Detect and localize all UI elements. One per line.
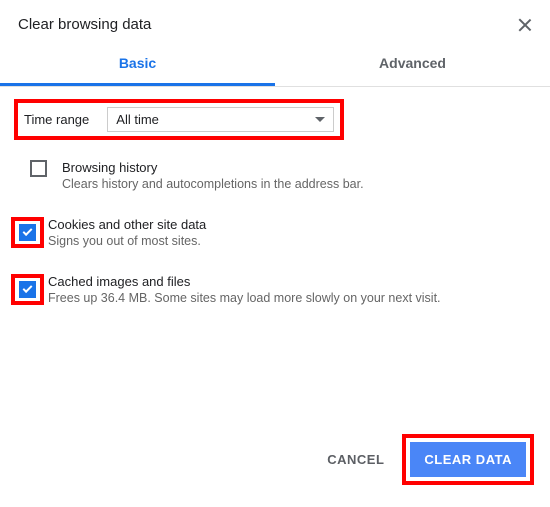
option-title: Cached images and files <box>48 274 532 289</box>
checkmark-icon <box>23 226 33 236</box>
option-text: Cached images and files Frees up 36.4 MB… <box>44 274 532 305</box>
checkbox-cached[interactable] <box>19 281 36 298</box>
time-range-label: Time range <box>24 112 89 127</box>
dialog-title: Clear browsing data <box>18 16 151 33</box>
clear-data-button[interactable]: CLEAR DATA <box>410 442 526 477</box>
option-title: Cookies and other site data <box>48 217 532 232</box>
time-range-select[interactable]: All time <box>107 107 334 132</box>
clear-data-highlight: CLEAR DATA <box>402 434 534 485</box>
checkbox-cookies[interactable] <box>19 224 36 241</box>
cancel-button[interactable]: CANCEL <box>315 444 396 475</box>
option-desc: Frees up 36.4 MB. Some sites may load mo… <box>48 291 532 305</box>
option-cached: Cached images and files Frees up 36.4 MB… <box>18 274 532 305</box>
close-icon[interactable] <box>518 18 532 32</box>
checkmark-icon <box>23 283 33 293</box>
time-range-row: Time range All time <box>14 99 344 140</box>
checkbox-browsing-history[interactable] <box>30 160 47 177</box>
checkbox-wrap <box>11 217 44 248</box>
option-text: Browsing history Clears history and auto… <box>58 160 532 191</box>
tabs: Basic Advanced <box>0 41 550 87</box>
checkbox-wrap <box>11 274 44 305</box>
time-range-value: All time <box>116 112 159 127</box>
chevron-down-icon <box>315 117 325 122</box>
option-text: Cookies and other site data Signs you ou… <box>44 217 532 248</box>
options-list: Browsing history Clears history and auto… <box>0 140 550 305</box>
option-desc: Signs you out of most sites. <box>48 234 532 248</box>
tab-basic[interactable]: Basic <box>0 41 275 86</box>
dialog-header: Clear browsing data <box>0 0 550 41</box>
clear-browsing-data-dialog: Clear browsing data Basic Advanced Time … <box>0 0 550 305</box>
option-cookies: Cookies and other site data Signs you ou… <box>18 217 532 248</box>
option-desc: Clears history and autocompletions in th… <box>62 177 532 191</box>
option-browsing-history: Browsing history Clears history and auto… <box>18 160 532 191</box>
checkbox-wrap <box>18 160 58 177</box>
dialog-footer: CANCEL CLEAR DATA <box>315 434 534 485</box>
option-title: Browsing history <box>62 160 532 175</box>
tab-advanced[interactable]: Advanced <box>275 41 550 86</box>
